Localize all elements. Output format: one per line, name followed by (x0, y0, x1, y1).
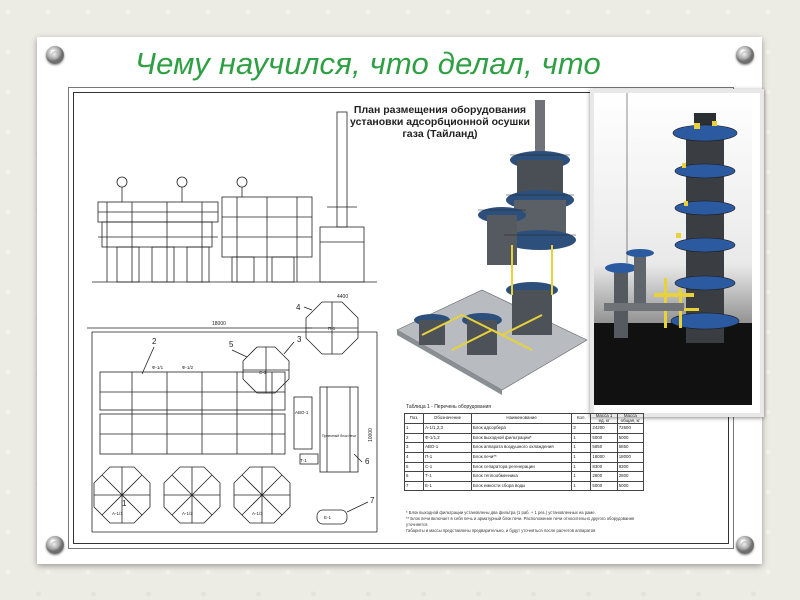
label-c1: С-1 (259, 370, 267, 375)
label-a3: А-1/3 (252, 511, 263, 516)
render-photo (590, 89, 764, 417)
table-cell: Блок адсорбера (470, 423, 573, 434)
table-cell: 5 (403, 461, 425, 473)
dim-label: 10000 (368, 428, 374, 442)
table-notes: * Блок выходной фильтрации установлены д… (406, 510, 642, 534)
table-cell: С-1 (423, 461, 472, 473)
pin-icon (46, 46, 64, 64)
table-cell: 8300 (616, 461, 645, 473)
table-cell: П-1 (423, 451, 472, 463)
table-cell: 2 (403, 432, 425, 444)
table-cell: 4 (403, 451, 425, 463)
label-e1: Е-1 (324, 515, 332, 520)
table-cell: Блок выходной фильтрации* (470, 432, 573, 444)
table-row: 1 А-1/1,2,3 Блок адсорбера 3 24200 72600 (403, 423, 645, 434)
table-header: Поз. (403, 412, 425, 425)
table-cell: 1 (571, 442, 592, 453)
callout-4: 4 (296, 303, 301, 312)
table-caption: Таблица 1 - Перечень оборудования (406, 404, 491, 410)
table-cell: А-1/1,2,3 (423, 423, 472, 434)
table-row: 7 Е-1 Блок емкости сбора воды 1 5000 5000 (403, 480, 645, 492)
table-cell: 5000 (590, 480, 618, 492)
table-cell: 5000 (590, 432, 618, 444)
callout-6: 6 (365, 457, 370, 466)
table-cell: АВО-1 (423, 442, 472, 453)
table-cell: 1 (403, 423, 425, 434)
slide-title: Чему научился, что делал, что (135, 46, 601, 81)
dim-label: 18000 (212, 321, 226, 327)
table-cell: 5850 (616, 442, 645, 453)
table-cell: 18000 (590, 451, 618, 463)
table-header: Наименование (470, 412, 573, 425)
callout-5: 5 (229, 340, 234, 349)
table-cell: Блок теплообменника (470, 471, 573, 482)
table-cell: 8300 (590, 461, 618, 473)
table-cell: Е-1 (423, 480, 472, 492)
table-cell: Блок печи** (470, 451, 573, 463)
label-t1: Т-1 (300, 458, 307, 463)
table-cell: 3 (571, 423, 592, 434)
table-row: 3 АВО-1 Блок аппарата воздушного охлаждени… (403, 442, 645, 453)
table-cell: 5000 (616, 432, 645, 444)
table-row: 4 П-1 Блок печи** 1 18000 18000 (403, 451, 645, 463)
table-cell: Блок сепаратора регенерации (470, 461, 573, 473)
table-header: Кол. (571, 412, 592, 425)
dim-label: 4400 (337, 294, 348, 300)
pin-icon (736, 536, 754, 554)
callout-2: 2 (152, 337, 157, 346)
pin-icon (46, 536, 64, 554)
render-image (594, 93, 752, 405)
table-cell: Т-1 (423, 471, 472, 482)
label-f1: Ф-1/1 (152, 365, 164, 370)
equipment-drawing: 4400 18000 10000 1 2 3 4 5 6 7 П-1 АВО-1… (87, 111, 378, 533)
table-header: Обозначение (423, 412, 472, 425)
table-cell: 18000 (616, 451, 645, 463)
table-cell: 1 (571, 461, 592, 473)
table-cell: 3 (403, 442, 425, 453)
label-a1: А-1/1 (112, 511, 123, 516)
table-cell: 24200 (590, 423, 618, 434)
table-note: Габариты и массы представлены предварите… (406, 528, 596, 533)
table-cell: Блок аппарата воздушного охлаждения (470, 442, 573, 453)
table-cell: 1 (571, 432, 592, 444)
table-cell: 1 (571, 451, 592, 463)
table-cell: 6 (403, 471, 425, 482)
label-burner: Приемный блок печи (322, 434, 356, 438)
table-header: Масса 1 ед. кг (590, 412, 618, 425)
table-cell: 2800 (616, 471, 645, 482)
table-row: 2 Ф-1/1,2 Блок выходной фильтрации* 1 5000 50… (403, 432, 645, 444)
callout-3: 3 (297, 335, 302, 344)
table-cell: 72600 (616, 423, 645, 434)
table-note: ** Блок печи включает в себя печь и арма… (406, 516, 635, 527)
label-p1: П-1 (328, 326, 336, 331)
callout-7: 7 (370, 496, 375, 505)
label-avo: АВО-1 (295, 410, 309, 415)
table-row: 6 Т-1 Блок теплообменника 1 2800 2800 (403, 471, 645, 482)
label-a2: А-1/2 (182, 511, 193, 516)
table-header-row: Поз. Обозначение Наименование Кол. Масса… (403, 412, 645, 425)
label-f2: Ф-1/2 (182, 365, 194, 370)
table-cell: 2800 (590, 471, 618, 482)
table-cell: 7 (403, 480, 425, 492)
callout-1: 1 (122, 499, 127, 508)
table-cell: 1 (571, 480, 592, 492)
table-row: 5 С-1 Блок сепаратора регенерации 1 8300 8300 (403, 461, 645, 473)
equipment-table: Поз. Обозначение Наименование Кол. Масса… (403, 412, 645, 492)
table-cell: Ф-1/1,2 (423, 432, 472, 444)
pin-icon (736, 46, 754, 64)
table-cell: 5000 (616, 480, 645, 492)
table-cell: Блок емкости сбора воды (470, 480, 573, 492)
table-cell: 1 (571, 471, 592, 482)
isometric-model (396, 100, 588, 395)
table-cell: 5850 (590, 442, 618, 453)
table-header: Масса общая, кг (616, 412, 645, 425)
